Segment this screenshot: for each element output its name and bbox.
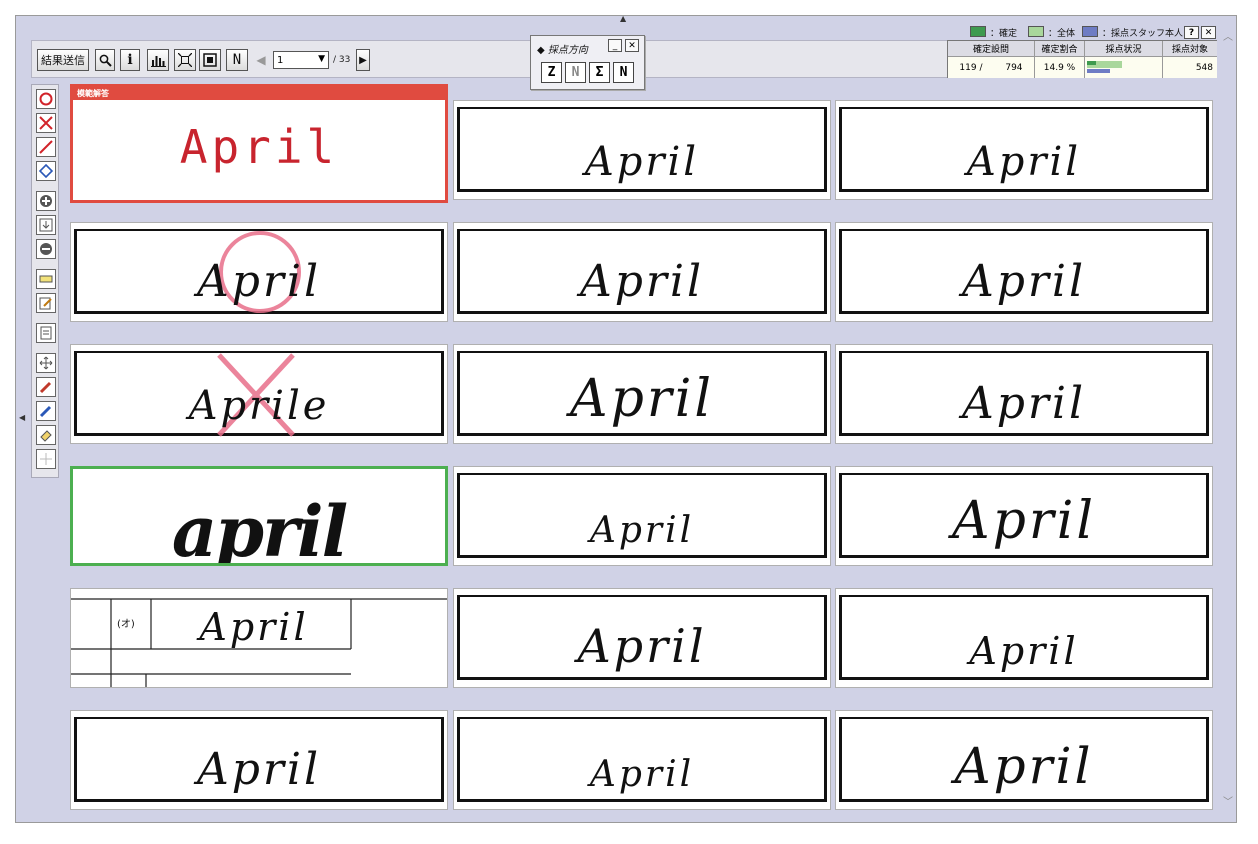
answer-cell[interactable]: April (835, 588, 1213, 688)
question-label: (オ) (117, 619, 135, 630)
answer-text: April (579, 256, 705, 307)
answer-cell[interactable]: (オ) April (70, 588, 448, 688)
answer-cell[interactable]: April (453, 344, 831, 444)
model-answer-cell[interactable]: 模範解答 April (70, 84, 448, 203)
scroll-up-icon[interactable]: ︿ (1223, 28, 1233, 43)
answer-text: April (961, 378, 1087, 429)
answer-text: April (969, 629, 1079, 673)
answer-text: April (196, 744, 322, 795)
model-answer-text: April (179, 120, 339, 174)
answer-cell[interactable]: April (453, 222, 831, 322)
answer-text: April (196, 256, 322, 307)
answer-text: April (199, 605, 309, 649)
answer-cell[interactable]: April (70, 222, 448, 322)
answer-cell[interactable]: April (835, 344, 1213, 444)
answer-text: April (961, 256, 1087, 307)
answer-cell[interactable]: April (835, 100, 1213, 200)
answer-text: April (952, 491, 1096, 551)
answer-cell[interactable]: Aprile (70, 344, 448, 444)
answer-text: April (577, 619, 707, 673)
answer-cell[interactable]: April (453, 466, 831, 566)
answer-text: April (584, 139, 700, 185)
answer-text: April (589, 754, 695, 795)
answer-cell[interactable]: April (70, 710, 448, 810)
answer-text: Aprile (188, 383, 330, 429)
answer-text: April (589, 510, 695, 551)
answer-text: April (966, 139, 1082, 185)
answer-grid: 模範解答 April April April April April April Aprile… (0, 0, 1258, 844)
answer-cell[interactable]: April (835, 466, 1213, 566)
answer-cell[interactable]: April (453, 710, 831, 810)
answer-cell[interactable]: April (835, 710, 1213, 810)
model-answer-header: 模範解答 (73, 87, 445, 100)
answer-cell[interactable]: april (70, 466, 448, 566)
answer-text: April (570, 369, 714, 429)
answer-cell[interactable]: April (835, 222, 1213, 322)
scroll-down-icon[interactable]: ﹀ (1223, 793, 1233, 808)
answer-text: April (954, 737, 1094, 795)
answer-cell[interactable]: April (453, 100, 831, 200)
answer-text: april (171, 490, 348, 566)
answer-cell[interactable]: April (453, 588, 831, 688)
